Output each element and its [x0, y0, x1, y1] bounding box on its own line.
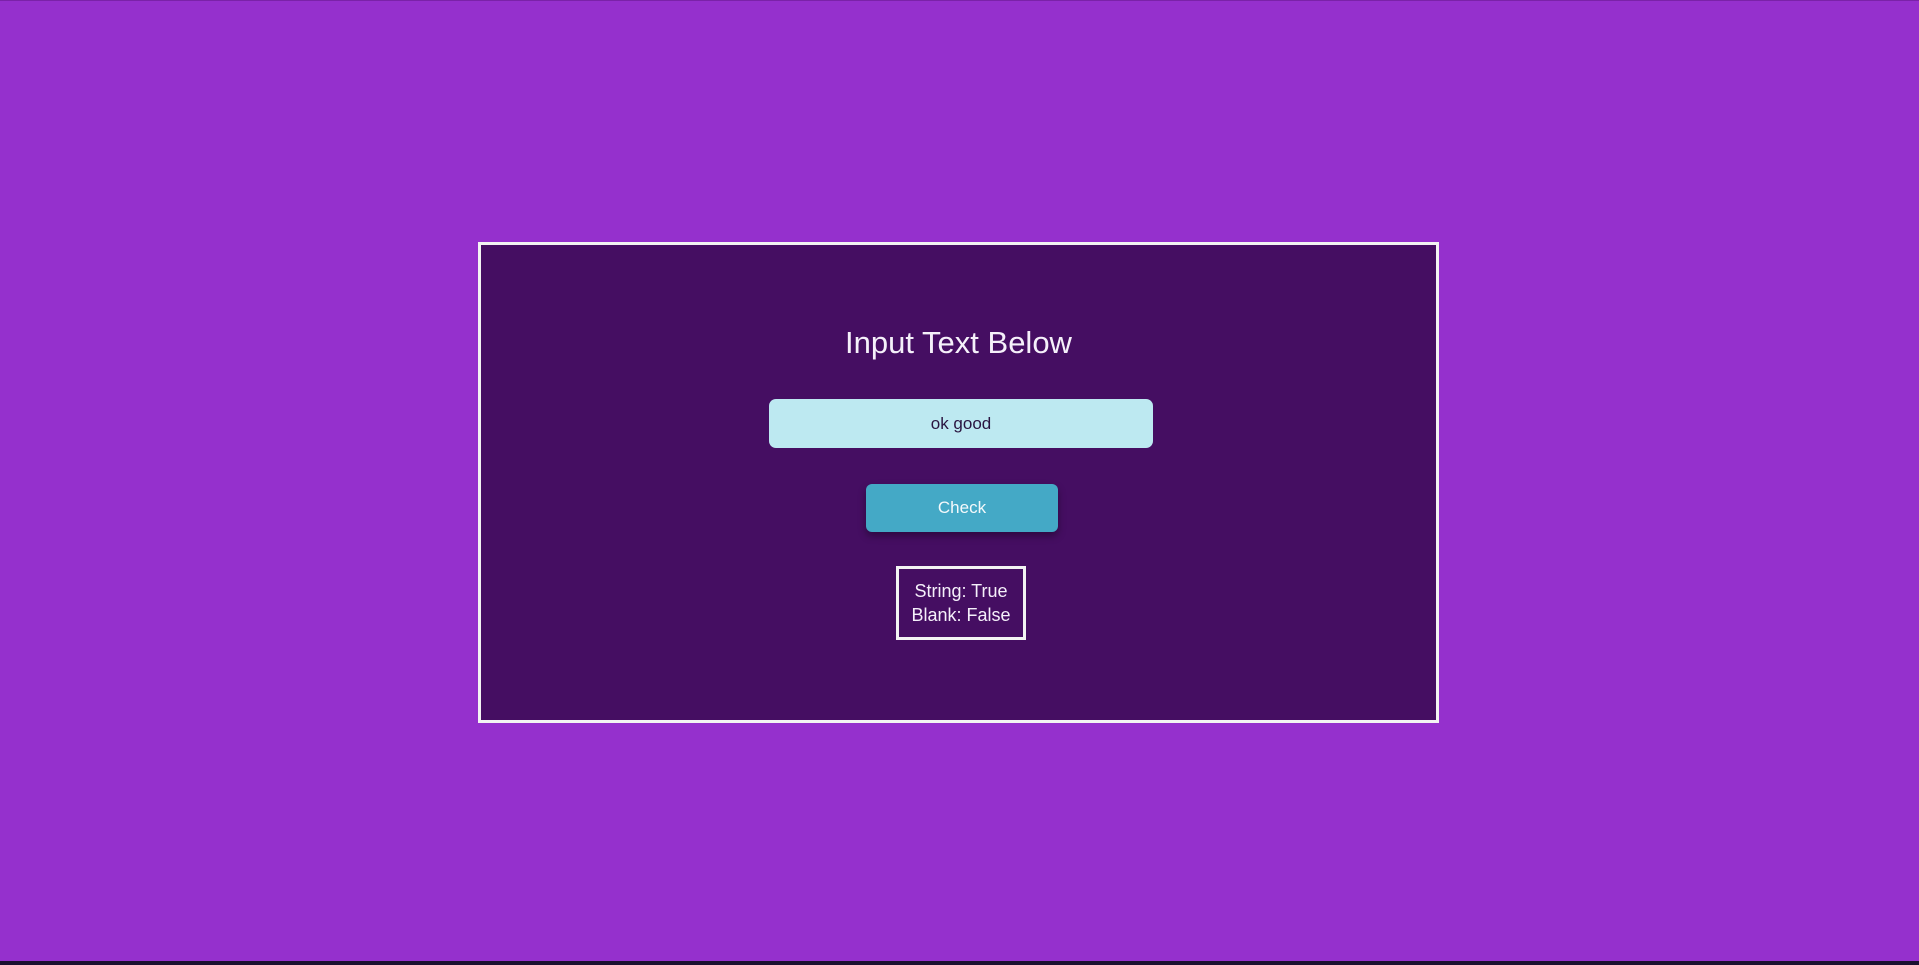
result-string-line: String: True [914, 581, 1008, 601]
card-title: Input Text Below [845, 325, 1072, 360]
page-background: Input Text Below Check String: True Blan… [0, 0, 1919, 961]
result-box: String: True Blank: False [896, 566, 1026, 640]
text-input[interactable] [769, 399, 1153, 448]
bottom-edge [0, 961, 1919, 965]
result-blank-line: Blank: False [911, 605, 1011, 625]
input-card: Input Text Below Check String: True Blan… [478, 242, 1439, 723]
check-button[interactable]: Check [866, 484, 1058, 532]
